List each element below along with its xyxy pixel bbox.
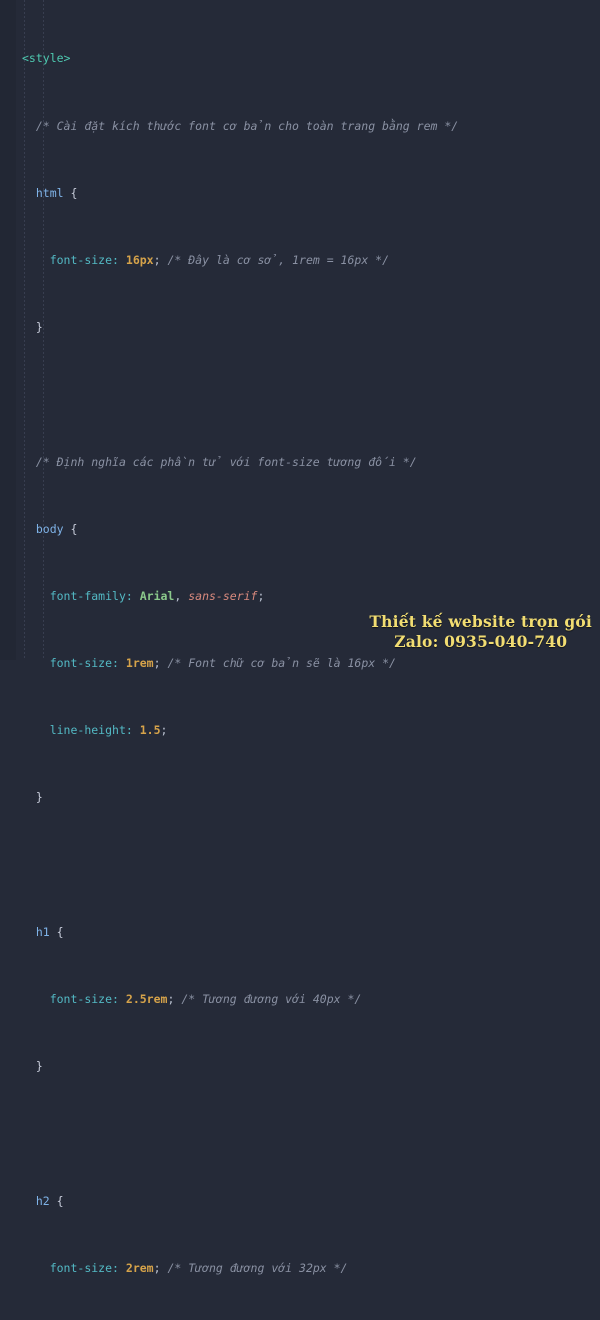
selector-h1: h1 xyxy=(35,924,50,939)
property-font-size: font-size: xyxy=(49,1260,119,1275)
property-font-family: font-family: xyxy=(49,588,133,603)
value-sans-serif: sans-serif xyxy=(188,588,258,603)
code-line-6[interactable] xyxy=(0,386,600,403)
code-line-9[interactable]: font-family: Arial, sans-serif; xyxy=(0,588,600,605)
code-line-1[interactable]: <style> xyxy=(0,50,600,67)
semicolon: ; xyxy=(153,252,161,267)
watermark-line-1: Thiết kế website trọn gói xyxy=(369,612,592,632)
selector-html: html xyxy=(35,185,64,200)
code-editor[interactable]: <style> /* Cài đặt kích thước font cơ bả… xyxy=(0,0,600,1275)
watermark: Thiết kế website trọn gói Zalo: 0935-040… xyxy=(369,612,592,652)
value-2rem: 2rem xyxy=(125,1260,154,1275)
comment-base-font: /* Cài đặt kích thước font cơ bản cho to… xyxy=(35,118,459,133)
semicolon: ; xyxy=(153,656,161,671)
comment-base-rem: /* Đây là cơ sở, 1rem = 16px */ xyxy=(167,252,390,267)
comment-define-elements: /* Định nghĩa các phần tử với font-size … xyxy=(35,454,417,469)
value-2-5rem: 2.5rem xyxy=(125,992,168,1007)
property-font-size: font-size: xyxy=(49,252,119,267)
code-line-15[interactable]: font-size: 2.5rem; /* Tương đương với 40… xyxy=(0,991,600,1008)
value-arial: Arial xyxy=(139,588,175,603)
code-line-10[interactable]: font-size: 1rem; /* Font chữ cơ bản sẽ l… xyxy=(0,655,600,672)
code-line-7[interactable]: /* Định nghĩa các phần tử với font-size … xyxy=(0,454,600,471)
code-line-4[interactable]: font-size: 16px; /* Đây là cơ sở, 1rem =… xyxy=(0,252,600,269)
code-line-2[interactable]: /* Cài đặt kích thước font cơ bản cho to… xyxy=(0,118,600,135)
semicolon: ; xyxy=(153,1260,161,1275)
style-open-tag: <style> xyxy=(22,51,71,66)
code-line-19[interactable]: font-size: 2rem; /* Tương đương với 32px… xyxy=(0,1260,600,1277)
code-line-3[interactable]: html { xyxy=(0,185,600,202)
watermark-line-2: Zalo: 0935-040-740 xyxy=(394,632,568,652)
brace-open: { xyxy=(70,521,78,536)
brace-close: } xyxy=(35,790,43,805)
code-line-13[interactable] xyxy=(0,857,600,874)
brace-close: } xyxy=(35,1059,43,1074)
code-line-16[interactable]: } xyxy=(0,1058,600,1075)
selector-h2: h2 xyxy=(35,1193,50,1208)
code-line-17[interactable] xyxy=(0,1125,600,1142)
code-line-5[interactable]: } xyxy=(0,319,600,336)
value-1-5: 1.5 xyxy=(139,723,161,738)
property-font-size: font-size: xyxy=(49,656,119,671)
code-content[interactable]: <style> /* Cài đặt kích thước font cơ bả… xyxy=(0,0,600,1320)
brace-open: { xyxy=(70,185,78,200)
selector-body: body xyxy=(35,521,64,536)
value-16px: 16px xyxy=(125,252,154,267)
comment-body-base: /* Font chữ cơ bản sẽ là 16px */ xyxy=(167,656,396,671)
comma: , xyxy=(174,588,182,603)
code-line-8[interactable]: body { xyxy=(0,521,600,538)
brace-close: } xyxy=(35,320,43,335)
semicolon: ; xyxy=(257,588,265,603)
code-line-12[interactable]: } xyxy=(0,789,600,806)
brace-open: { xyxy=(56,924,64,939)
semicolon: ; xyxy=(160,723,168,738)
semicolon: ; xyxy=(167,992,175,1007)
code-line-18[interactable]: h2 { xyxy=(0,1193,600,1210)
value-1rem: 1rem xyxy=(125,656,154,671)
code-line-11[interactable]: line-height: 1.5; xyxy=(0,722,600,739)
property-line-height: line-height: xyxy=(49,723,133,738)
property-font-size: font-size: xyxy=(49,992,119,1007)
code-line-14[interactable]: h1 { xyxy=(0,924,600,941)
comment-40px: /* Tương đương với 40px */ xyxy=(181,992,362,1007)
brace-open: { xyxy=(56,1193,64,1208)
comment-32px: /* Tương đương với 32px */ xyxy=(167,1260,348,1275)
